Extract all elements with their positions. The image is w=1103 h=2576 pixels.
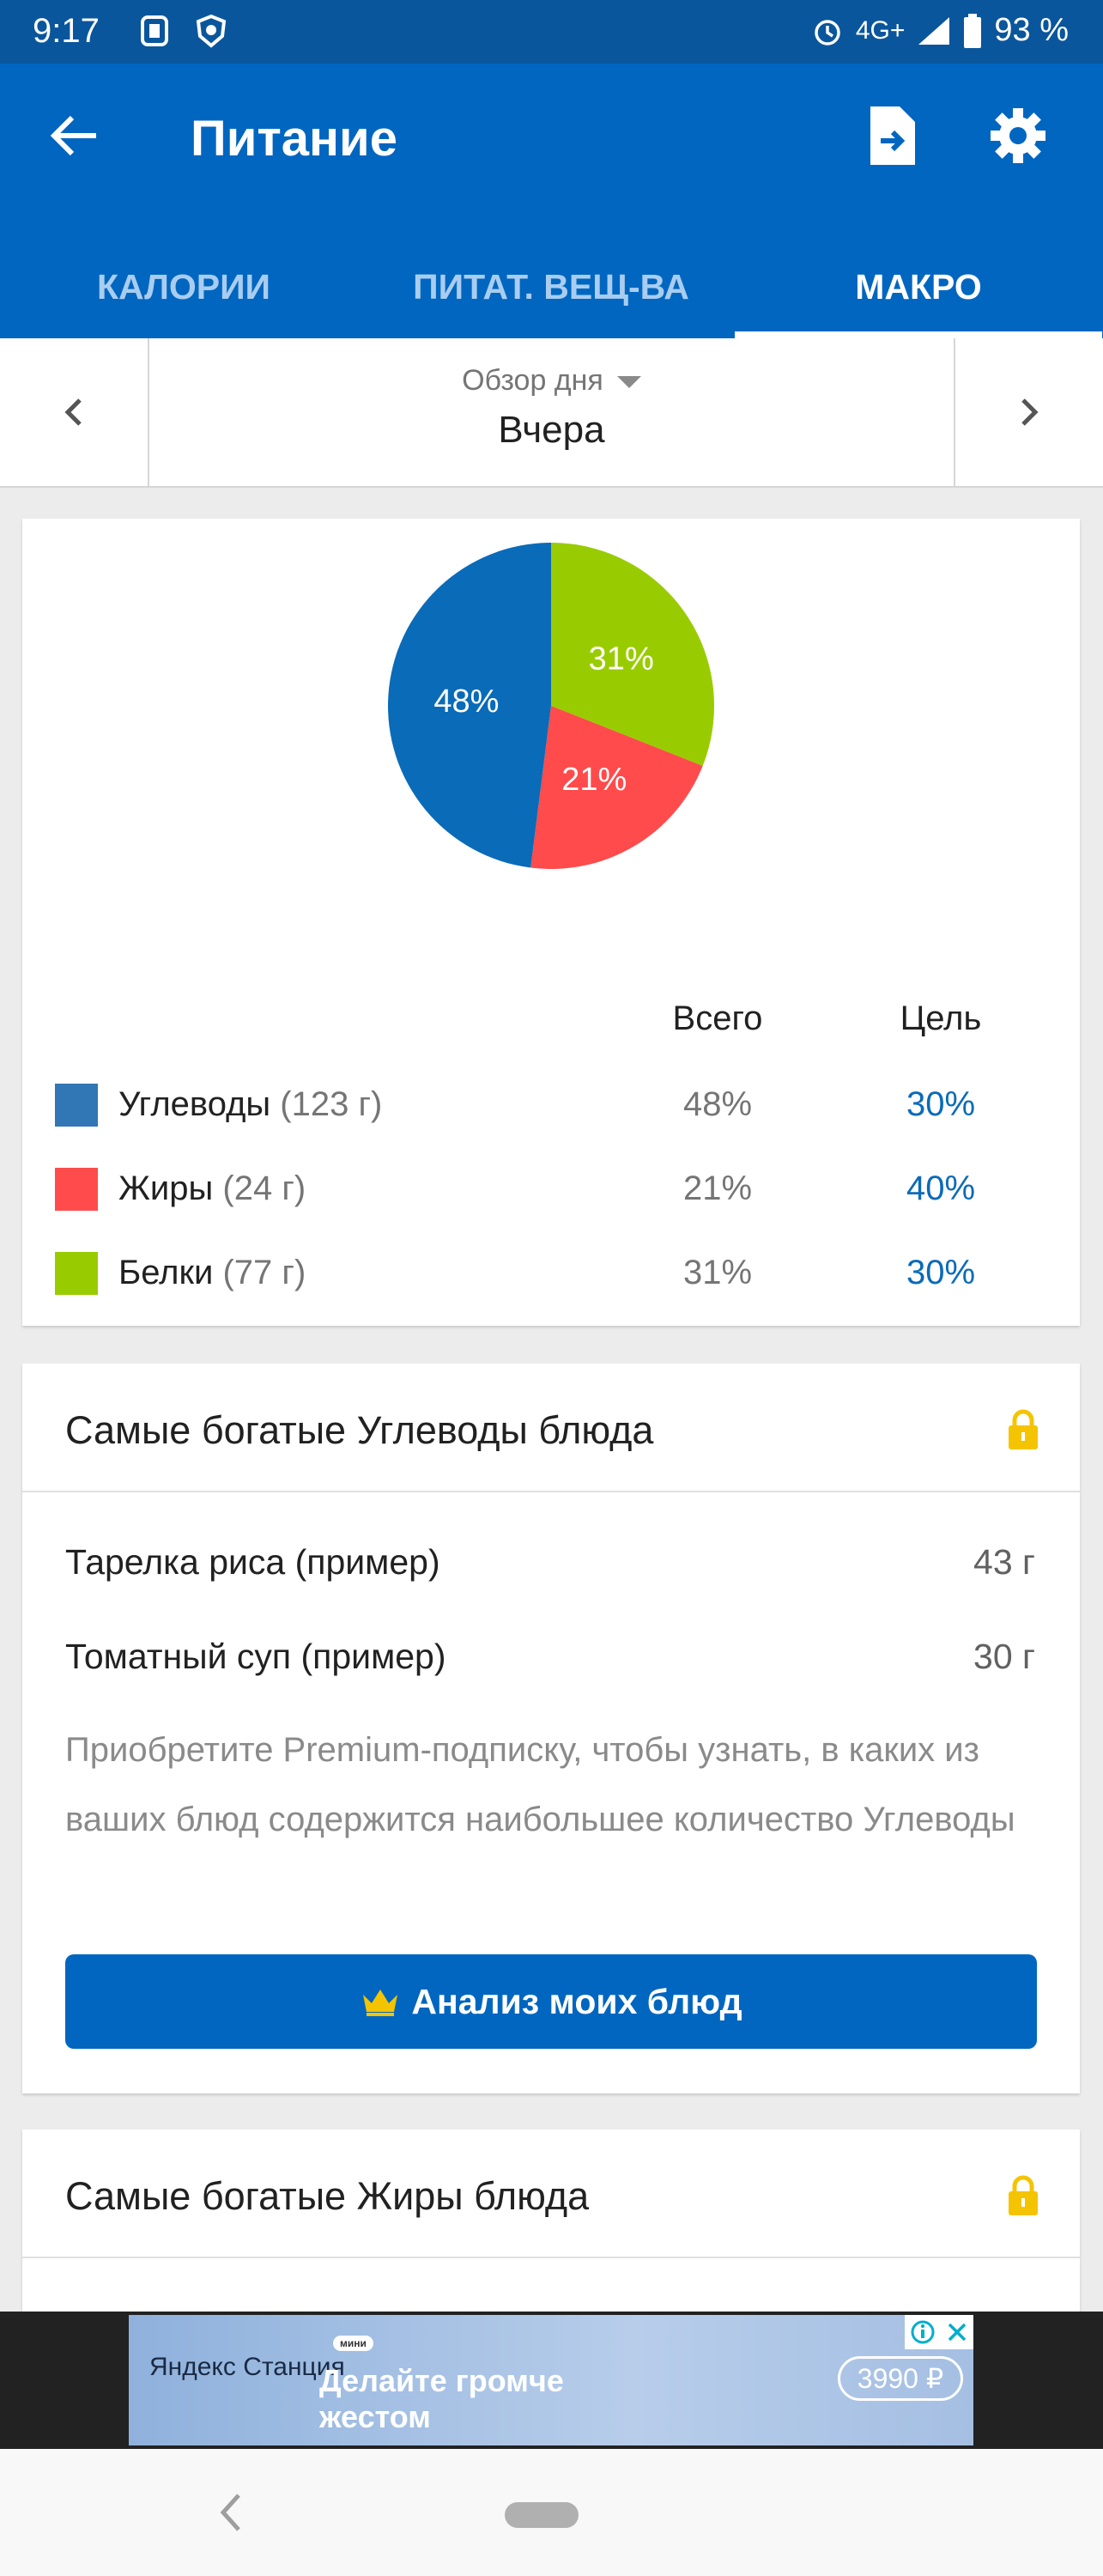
top-carbs-foods-card: Самые богатые Углеводы блюда Тарелка рис… — [22, 1364, 1080, 2093]
selected-day: Вчера — [498, 409, 605, 451]
top-fats-foods-card: Самые богатые Жиры блюда — [22, 2129, 1080, 2318]
shield-app-icon — [196, 14, 227, 48]
macro-name: Белки — [118, 1254, 214, 1291]
crown-icon — [363, 1990, 398, 2016]
macro-row-carbs: Углеводы (123 г) 48% 30% — [22, 1070, 1080, 1139]
macro-total: 48% — [682, 1085, 753, 1123]
color-swatch — [55, 1252, 98, 1295]
macro-goal[interactable]: 30% — [855, 1254, 1027, 1292]
macro-pie-chart: 31% 21% 48% — [388, 543, 714, 869]
color-swatch — [55, 1168, 98, 1211]
macro-name: Жиры — [118, 1170, 214, 1207]
ad-brand: Яндекс Станция — [149, 2353, 345, 2381]
food-name: Тарелка риса (пример) — [65, 1542, 440, 1582]
column-total-header: Всего — [672, 999, 763, 1037]
divider — [22, 1491, 1080, 1492]
macro-goal[interactable]: 40% — [855, 1170, 1027, 1208]
macro-total: 21% — [682, 1170, 753, 1207]
tab-bar: КАЛОРИИ ПИТАТ. ВЕЩ-ВА МАКРО — [0, 235, 1103, 338]
ad-badge: мини — [333, 2336, 373, 2351]
chevron-right-icon — [1021, 398, 1039, 426]
battery-level: 93 % — [994, 12, 1069, 48]
signal-icon — [918, 16, 950, 45]
food-item: Томатный суп (пример) 30 г — [65, 1637, 1035, 1677]
notification-app-icon — [141, 15, 168, 46]
card-title: Самые богатые Углеводы блюда — [65, 1408, 654, 1452]
ad-price: 3990 ₽ — [838, 2356, 963, 2401]
alarm-icon — [815, 19, 840, 46]
food-amount: 43 г — [973, 1542, 1035, 1582]
divider — [22, 2257, 1080, 2258]
macro-grams: (24 г) — [222, 1170, 306, 1207]
macro-name: Углеводы — [118, 1085, 271, 1123]
system-back-icon[interactable] — [215, 2488, 245, 2537]
overview-label: Обзор дня — [462, 364, 603, 397]
ad-headline-line2: жестом — [319, 2399, 431, 2434]
settings-gear-icon[interactable] — [987, 105, 1049, 167]
tab-calories[interactable]: КАЛОРИИ — [0, 235, 367, 338]
card-title: Самые богатые Жиры блюда — [65, 2174, 590, 2218]
next-day-button[interactable] — [954, 338, 1103, 486]
network-type: 4G+ — [855, 15, 906, 45]
caret-down-icon — [616, 376, 641, 389]
macro-name-wrap: Углеводы (123 г) — [118, 1085, 382, 1124]
app-bar: Питание КАЛОРИИ ПИТАТ. ВЕЩ-ВА МАКРО — [0, 64, 1103, 338]
day-selector: Обзор дня Вчера — [0, 338, 1103, 488]
status-bar: 9:17 4G+ 93 % — [0, 0, 1103, 64]
pie-label-0: 48% — [433, 683, 499, 720]
analyze-my-meals-button[interactable]: Анализ моих блюд — [65, 1954, 1037, 2049]
status-right: 4G+ 93 % — [811, 12, 1069, 49]
food-amount: 30 г — [973, 1637, 1035, 1676]
macro-name-wrap: Белки (77 г) — [118, 1254, 306, 1292]
tab-macros[interactable]: МАКРО — [735, 235, 1102, 338]
ad-banner[interactable]: Яндекс Станция мини Делайте громче жестом… — [129, 2315, 973, 2445]
premium-promo-text: Приобретите Premium-подписку, чтобы узна… — [65, 1731, 1015, 1838]
ad-headline-line1: Делайте громче — [319, 2363, 564, 2398]
food-name: Томатный суп (пример) — [65, 1637, 446, 1676]
ad-banner-area: Яндекс Станция мини Делайте громче жестом… — [0, 2312, 1103, 2449]
home-pill[interactable] — [505, 2502, 579, 2528]
macro-total: 31% — [682, 1254, 753, 1291]
macro-row-protein: Белки (77 г) 31% 30% — [22, 1238, 1080, 1307]
lock-icon — [1009, 1409, 1038, 1449]
column-goal-header: Цель — [900, 999, 982, 1037]
color-swatch — [55, 1084, 98, 1127]
pie-label-2: 31% — [589, 641, 654, 677]
macro-name-wrap: Жиры (24 г) — [118, 1170, 306, 1208]
overview-dropdown[interactable]: Обзор дня — [0, 364, 1103, 398]
ad-headline: Делайте громче жестом — [319, 2363, 564, 2435]
back-arrow-icon[interactable] — [46, 108, 101, 163]
status-time: 9:17 — [33, 12, 100, 50]
macros-summary-card: 31% 21% 48% Всего Цель Углеводы (123 г) 48… — [22, 519, 1080, 1326]
battery-icon — [964, 13, 982, 48]
page-title: Питание — [191, 111, 397, 167]
lock-icon — [1009, 2175, 1038, 2215]
export-file-icon[interactable] — [865, 105, 920, 167]
macro-grams: (123 г) — [280, 1085, 383, 1123]
macro-grams: (77 г) — [222, 1254, 306, 1291]
ad-close-icon[interactable] — [945, 2320, 969, 2344]
tab-nutrients[interactable]: ПИТАТ. ВЕЩ-ВА — [367, 235, 735, 338]
ad-controls — [905, 2315, 973, 2349]
pie-label-1: 21% — [561, 762, 627, 798]
button-label: Анализ моих блюд — [411, 1981, 742, 2021]
ad-info-icon[interactable] — [910, 2319, 936, 2345]
macro-goal[interactable]: 30% — [855, 1085, 1027, 1124]
system-nav-bar — [0, 2449, 1103, 2576]
food-item: Тарелка риса (пример) 43 г — [65, 1542, 1035, 1583]
macro-row-fats: Жиры (24 г) 21% 40% — [22, 1154, 1080, 1223]
